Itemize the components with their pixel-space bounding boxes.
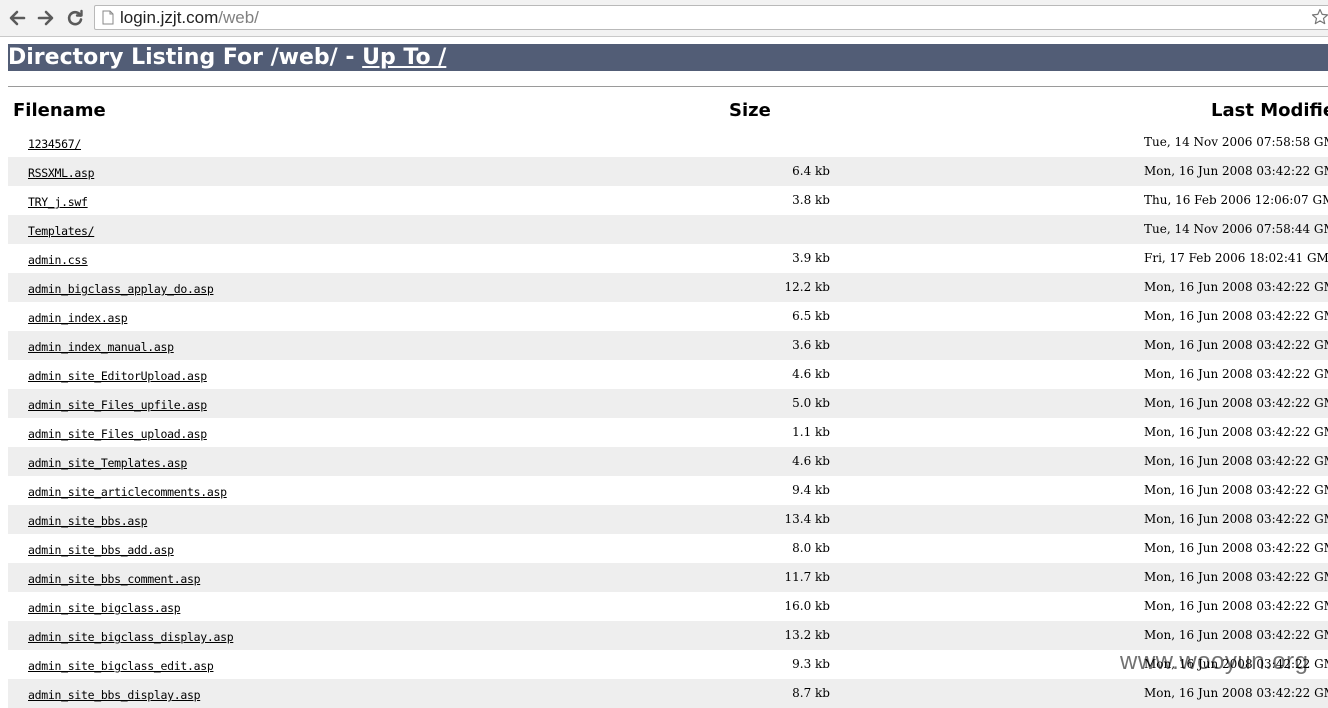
file-last-modified: Tue, 14 Nov 2006 07:58:58 GMT bbox=[1144, 135, 1328, 149]
directory-header: Directory Listing For /web/ - Up To / bbox=[8, 44, 1328, 71]
column-header-filename: Filename bbox=[13, 100, 106, 121]
file-link[interactable]: admin_index.asp bbox=[28, 311, 128, 325]
table-row: admin_site_bigclass_display.asp 13.2 kb Mo… bbox=[8, 621, 1328, 650]
forward-button[interactable] bbox=[35, 7, 57, 29]
column-header-last-modified: Last Modified bbox=[1211, 100, 1328, 121]
file-link[interactable]: admin_site_bigclass_edit.asp bbox=[28, 659, 214, 673]
file-size: 9.3 kb bbox=[792, 657, 830, 671]
file-size: 13.2 kb bbox=[784, 628, 831, 642]
file-last-modified: Mon, 16 Jun 2008 03:42:22 GMT bbox=[1144, 164, 1328, 178]
table-row: admin_index_manual.asp 3.6 kb Mon, 16 Jun … bbox=[8, 331, 1328, 360]
file-last-modified: Mon, 16 Jun 2008 03:42:22 GMT bbox=[1144, 425, 1328, 439]
file-last-modified: Mon, 16 Jun 2008 03:42:22 GMT bbox=[1144, 657, 1328, 671]
file-link[interactable]: Templates/ bbox=[28, 224, 95, 238]
table-row: admin_bigclass_applay_do.asp 12.2 kb Mon, … bbox=[8, 273, 1328, 302]
file-link[interactable]: RSSXML.asp bbox=[28, 166, 95, 180]
table-row: admin_site_bbs.asp 13.4 kb Mon, 16 Jun 200… bbox=[8, 505, 1328, 534]
file-size: 1.1 kb bbox=[792, 425, 830, 439]
file-last-modified: Mon, 16 Jun 2008 03:42:22 GMT bbox=[1144, 309, 1328, 323]
table-row: admin_site_bbs_add.asp 8.0 kb Mon, 16 Jun … bbox=[8, 534, 1328, 563]
file-last-modified: Mon, 16 Jun 2008 03:42:22 GMT bbox=[1144, 599, 1328, 613]
file-size: 8.0 kb bbox=[792, 541, 830, 555]
file-size: 3.6 kb bbox=[792, 338, 830, 352]
table-row: admin_index.asp 6.5 kb Mon, 16 Jun 2008 03… bbox=[8, 302, 1328, 331]
file-link[interactable]: admin_site_bbs_add.asp bbox=[28, 543, 174, 557]
reload-icon bbox=[67, 9, 83, 26]
table-row: 1234567/Tue, 14 Nov 2006 07:58:58 GMT bbox=[8, 128, 1328, 157]
file-last-modified: Fri, 17 Feb 2006 18:02:41 GMT bbox=[1144, 251, 1328, 265]
header-title: Directory Listing For /web/ - bbox=[8, 45, 363, 70]
browser-toolbar: login.jzjt.com/web/ bbox=[0, 0, 1328, 37]
file-link[interactable]: admin_site_Files_upfile.asp bbox=[28, 398, 207, 412]
file-last-modified: Tue, 14 Nov 2006 07:58:44 GMT bbox=[1144, 222, 1328, 236]
table-row: admin_site_Files_upfile.asp 5.0 kb Mon, 16… bbox=[8, 389, 1328, 418]
table-row: admin_site_articlecomments.asp 9.4 kb Mon,… bbox=[8, 476, 1328, 505]
file-last-modified: Mon, 16 Jun 2008 03:42:22 GMT bbox=[1144, 541, 1328, 555]
table-row: admin_site_EditorUpload.asp 4.6 kb Mon, 16… bbox=[8, 360, 1328, 389]
arrow-right-icon bbox=[37, 10, 54, 26]
file-last-modified: Mon, 16 Jun 2008 03:42:22 GMT bbox=[1144, 570, 1328, 584]
file-link[interactable]: admin.css bbox=[28, 253, 88, 267]
file-size: 8.7 kb bbox=[792, 686, 830, 700]
table-row: admin_site_Files_upload.asp 1.1 kb Mon, 16… bbox=[8, 418, 1328, 447]
file-link[interactable]: admin_site_bigclass_display.asp bbox=[28, 630, 234, 644]
table-row: RSSXML.asp 6.4 kb Mon, 16 Jun 2008 03:42:2… bbox=[8, 157, 1328, 186]
file-last-modified: Mon, 16 Jun 2008 03:42:22 GMT bbox=[1144, 280, 1328, 294]
table-row: Templates/Tue, 14 Nov 2006 07:58:44 GMT bbox=[8, 215, 1328, 244]
file-size: 6.4 kb bbox=[792, 164, 830, 178]
file-size: 3.9 kb bbox=[792, 251, 830, 265]
column-header-size: Size bbox=[729, 100, 771, 121]
file-link[interactable]: admin_site_Templates.asp bbox=[28, 456, 187, 470]
file-link[interactable]: admin_site_articlecomments.asp bbox=[28, 485, 227, 499]
file-link[interactable]: 1234567/ bbox=[28, 137, 81, 151]
file-last-modified: Mon, 16 Jun 2008 03:42:22 GMT bbox=[1144, 454, 1328, 468]
table-row: admin_site_bbs_display.asp 8.7 kb Mon, 16 … bbox=[8, 679, 1328, 708]
file-size: 12.2 kb bbox=[784, 280, 831, 294]
file-size: 3.8 kb bbox=[792, 193, 830, 207]
file-size: 16.0 kb bbox=[784, 599, 831, 613]
file-size: 9.4 kb bbox=[792, 483, 830, 497]
divider bbox=[8, 86, 1328, 87]
file-link[interactable]: admin_site_bbs_comment.asp bbox=[28, 572, 201, 586]
table-row: TRY_j.swf 3.8 kb Thu, 16 Feb 2006 12:06:07… bbox=[8, 186, 1328, 215]
reload-button[interactable] bbox=[64, 7, 86, 29]
file-last-modified: Mon, 16 Jun 2008 03:42:22 GMT bbox=[1144, 367, 1328, 381]
file-last-modified: Thu, 16 Feb 2006 12:06:07 GMT bbox=[1144, 193, 1328, 207]
file-link[interactable]: admin_site_bigclass.asp bbox=[28, 601, 181, 615]
table-row: admin.css 3.9 kb Fri, 17 Feb 2006 18:02:41… bbox=[8, 244, 1328, 273]
file-last-modified: Mon, 16 Jun 2008 03:42:22 GMT bbox=[1144, 338, 1328, 352]
file-last-modified: Mon, 16 Jun 2008 03:42:22 GMT bbox=[1144, 628, 1328, 642]
page-icon bbox=[102, 10, 114, 25]
up-to-link[interactable]: Up To / bbox=[362, 45, 446, 70]
url-text: login.jzjt.com/web/ bbox=[120, 8, 259, 28]
table-row: admin_site_Templates.asp 4.6 kb Mon, 16 Ju… bbox=[8, 447, 1328, 476]
table-row: admin_site_bbs_comment.asp 11.7 kb Mon, 16… bbox=[8, 563, 1328, 592]
file-listing: 1234567/Tue, 14 Nov 2006 07:58:58 GMT RSS… bbox=[8, 128, 1328, 708]
file-last-modified: Mon, 16 Jun 2008 03:42:22 GMT bbox=[1144, 686, 1328, 700]
file-link[interactable]: admin_index_manual.asp bbox=[28, 340, 174, 354]
table-row: admin_site_bigclass.asp 16.0 kb Mon, 16 Ju… bbox=[8, 592, 1328, 621]
arrow-left-icon bbox=[9, 10, 26, 26]
file-link[interactable]: admin_site_Files_upload.asp bbox=[28, 427, 207, 441]
bookmark-star-icon[interactable] bbox=[1311, 8, 1328, 26]
file-link[interactable]: TRY_j.swf bbox=[28, 195, 88, 209]
file-size: 13.4 kb bbox=[784, 512, 831, 526]
file-last-modified: Mon, 16 Jun 2008 03:42:22 GMT bbox=[1144, 396, 1328, 410]
file-size: 6.5 kb bbox=[792, 309, 830, 323]
file-link[interactable]: admin_site_bbs_display.asp bbox=[28, 688, 201, 702]
url-path: /web/ bbox=[218, 8, 259, 27]
url-host: login.jzjt.com bbox=[120, 8, 219, 27]
file-size: 11.7 kb bbox=[784, 570, 831, 584]
file-link[interactable]: admin_site_EditorUpload.asp bbox=[28, 369, 207, 383]
table-row: admin_site_bigclass_edit.asp 9.3 kb Mon, 1… bbox=[8, 650, 1328, 679]
address-bar[interactable]: login.jzjt.com/web/ bbox=[94, 5, 1328, 30]
file-link[interactable]: admin_bigclass_applay_do.asp bbox=[28, 282, 214, 296]
file-size: 4.6 kb bbox=[792, 454, 830, 468]
file-last-modified: Mon, 16 Jun 2008 03:42:22 GMT bbox=[1144, 483, 1328, 497]
back-button[interactable] bbox=[6, 7, 28, 29]
file-size: 4.6 kb bbox=[792, 367, 830, 381]
file-last-modified: Mon, 16 Jun 2008 03:42:22 GMT bbox=[1144, 512, 1328, 526]
file-size: 5.0 kb bbox=[792, 396, 830, 410]
file-link[interactable]: admin_site_bbs.asp bbox=[28, 514, 148, 528]
